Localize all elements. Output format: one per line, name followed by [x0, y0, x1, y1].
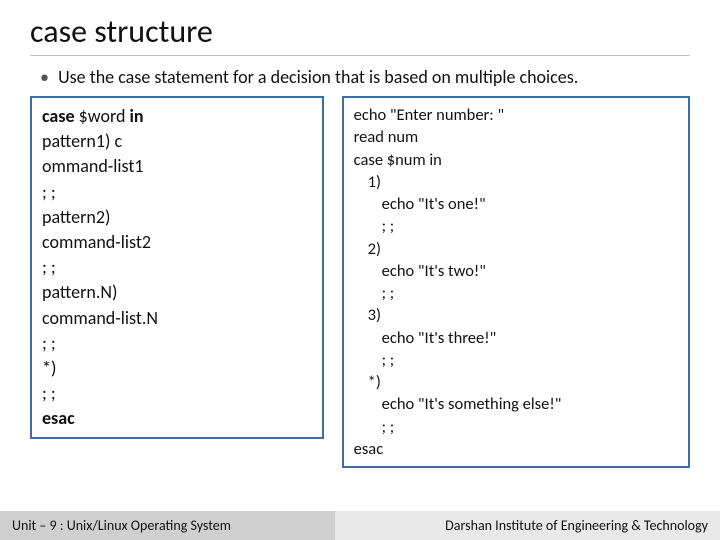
footer-right: Darshan Institute of Engineering & Techn… [335, 511, 720, 540]
syntax-line: pattern1) c [42, 129, 312, 154]
syntax-line: command-list2 [42, 230, 312, 255]
syntax-line: case $word in [42, 104, 312, 129]
example-line: echo "It's two!" [354, 260, 678, 282]
syntax-line: ; ; [42, 180, 312, 205]
bullet-text: Use the case statement for a decision th… [58, 66, 578, 88]
example-line: echo "It's three!" [354, 327, 678, 349]
example-line: 1) [354, 171, 678, 193]
example-line: esac [354, 438, 678, 460]
syntax-line: pattern2) [42, 205, 312, 230]
example-line: echo "It's something else!" [354, 393, 678, 415]
syntax-line: ommand-list1 [42, 154, 312, 179]
syntax-line: ; ; [42, 331, 312, 356]
keyword-in: in [130, 105, 144, 127]
syntax-line: *) [42, 356, 312, 381]
keyword-case: case [42, 105, 79, 127]
bullet-line: • Use the case statement for a decision … [30, 66, 690, 88]
content-columns: case $word in pattern1) c ommand-list1 ;… [30, 96, 690, 468]
example-box: echo "Enter number: " read num case $num… [342, 96, 690, 468]
example-line: ; ; [354, 349, 678, 371]
example-line: echo "Enter number: " [354, 104, 678, 126]
example-line: *) [354, 371, 678, 393]
keyword-esac: esac [42, 406, 312, 431]
syntax-line: ; ; [42, 255, 312, 280]
slide: case structure • Use the case statement … [0, 0, 720, 540]
syntax-line: pattern.N) [42, 280, 312, 305]
example-line: ; ; [354, 215, 678, 237]
slide-title: case structure [30, 12, 690, 56]
example-line: ; ; [354, 282, 678, 304]
footer: Unit – 9 : Unix/Linux Operating System D… [0, 511, 720, 540]
syntax-box: case $word in pattern1) c ommand-list1 ;… [30, 96, 324, 439]
syntax-line: ; ; [42, 381, 312, 406]
syntax-line: command-list.N [42, 306, 312, 331]
example-line: echo "It's one!" [354, 193, 678, 215]
example-line: 2) [354, 238, 678, 260]
example-line: ; ; [354, 416, 678, 438]
bullet-dot: • [40, 66, 54, 88]
example-line: read num [354, 126, 678, 148]
syntax-word: $word [79, 105, 130, 127]
example-line: 3) [354, 304, 678, 326]
footer-left: Unit – 9 : Unix/Linux Operating System [0, 511, 335, 540]
example-line: case $num in [354, 149, 678, 171]
